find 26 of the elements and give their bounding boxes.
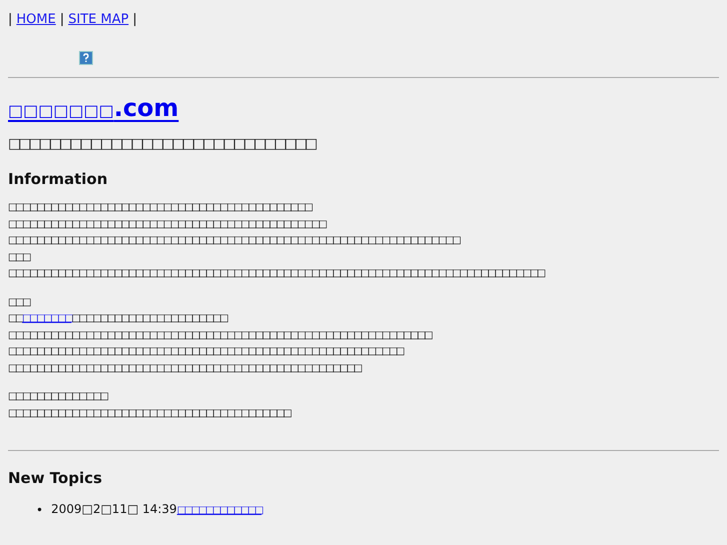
- nav-link[interactable]: HOME: [16, 12, 56, 27]
- inline-link[interactable]: □□□□□□□: [22, 313, 72, 324]
- text-line: □□□□□□□□□□□□□□□□□□□□□□□□□□□□□□□□□□□□□□□□□□□□□□□□□□□□□□□□□□□□□□□□□□□□□□□□□□□□: [8, 267, 546, 281]
- nav-link[interactable]: SITE MAP: [68, 12, 129, 27]
- nav-separator: |: [132, 12, 137, 27]
- site-title-link[interactable]: □□□□□□□.com: [8, 94, 179, 122]
- text-line: □□□□□□□□□□□□□□□□□□□□□□□□□□□□□□□□□□□□□□□□□□□□□□□□□□□□□□□□□□□□□□□□: [8, 234, 461, 248]
- text-line: □□□□□□□□□□□□□□□□□□□□□□□□□□□□□□□□□□□□□□□□□□□: [8, 201, 313, 215]
- text-line: □□□: [8, 296, 31, 310]
- text-line: □□□□□□□□□□□□□□□□□□□□□□□□□□□□□□□□□□□□□□□□□□□□□□□□□□□□□□□□: [8, 345, 404, 359]
- bullet: •: [36, 502, 44, 518]
- section-heading: Information: [8, 170, 109, 188]
- text-line: □□□□□□□□□□□□□□□□□□□□□□□□□□□□□□□□□□□□□□□□□□□□□□□□□□: [8, 362, 362, 376]
- site-subtitle: □□□□□□□□□□□□□□□□□□□□□□□□□□□□□□: [8, 136, 316, 152]
- section-heading: New Topics: [8, 469, 104, 487]
- nav-separator: |: [8, 12, 12, 27]
- text-line: □□□□□□□□□□□□□□□□□□□□□□□□□□□□□□□□□□□□□□□□□□□□□□□□□□□□□□□□□□□□: [8, 328, 432, 342]
- topic-item: 2009□2□11□ 14:39□□□□□□□□□□□□: [51, 501, 265, 519]
- text-line: □□□□□□□□□□□□□□: [8, 390, 108, 404]
- text-line: □□□□□□□□□□□□□□□□□□□□□□□□□□□□□□□□□□□□□□□□□□□□□: [8, 218, 327, 232]
- text-line: □□□□□□□□□□□□□□□□□□□□□□□□□□□□□□□: [8, 312, 228, 326]
- nav-separator: |: [60, 12, 64, 27]
- broken-image-icon: [79, 51, 93, 65]
- text-line: □□□: [8, 250, 31, 264]
- text-line: □□□□□□□□□□□□□□□□□□□□□□□□□□□□□□□□□□□□□□□□: [8, 406, 292, 420]
- topic-link[interactable]: □□□□□□□□□□□□: [176, 505, 265, 516]
